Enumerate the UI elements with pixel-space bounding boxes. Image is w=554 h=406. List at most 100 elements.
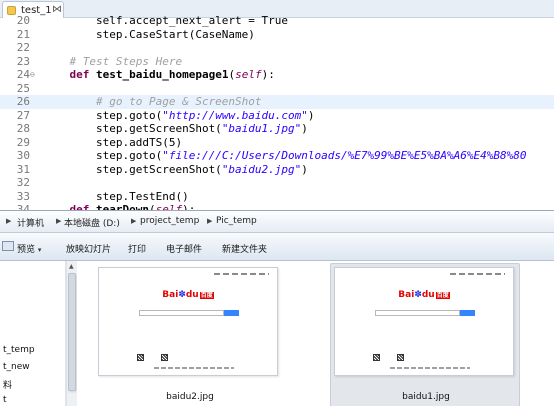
baidu-footer-links <box>154 367 234 369</box>
code-token: ): <box>261 68 275 81</box>
code-token: def <box>69 203 90 210</box>
nav-item-materials[interactable]: 料 <box>3 378 12 391</box>
code-text: def test_baidu_homepage1(self): <box>43 68 275 82</box>
code-token: step.getScreenShot( <box>43 122 222 135</box>
code-text: step.goto("http://www.baidu.com") <box>43 109 315 123</box>
code-line[interactable]: 33 step.TestEnd() <box>0 190 554 204</box>
breadcrumb-local-disk[interactable]: 本地磁盘 (D:) <box>64 216 120 229</box>
new-folder-button[interactable]: 新建文件夹 <box>222 242 267 255</box>
baidu-logo: Bai✽du 百度 <box>398 290 450 300</box>
line-number: 27 <box>16 108 30 122</box>
nav-item-t-new[interactable]: t_new <box>3 362 30 372</box>
print-button[interactable]: 打印 <box>128 242 146 255</box>
slideshow-button[interactable]: 放映幻灯片 <box>66 242 111 255</box>
code-token: ) <box>301 122 308 135</box>
address-bar[interactable]: ▶ 计算机 ▶ 本地磁盘 (D:) ▶ project_temp ▶ Pic_t… <box>0 211 554 233</box>
file-list: Bai✽du 百度 baidu2.jpg Bai✽du 百度 baidu1.jpg <box>77 261 554 406</box>
dropdown-caret-icon: ▾ <box>37 246 42 254</box>
preview-label: 预览 <box>17 245 36 255</box>
breadcrumb-project-temp[interactable]: project_temp <box>140 216 199 226</box>
baidu-logo: Bai✽du 百度 <box>162 290 214 300</box>
baidu-top-links <box>214 273 269 275</box>
breadcrumb-pic-temp[interactable]: Pic_temp <box>216 216 257 226</box>
code-text: step.getScreenShot("baidu2.jpg") <box>43 163 308 177</box>
code-text: # Test Steps Here <box>43 55 182 69</box>
code-token: tearDown <box>96 203 149 210</box>
code-line[interactable]: 22 <box>0 41 554 55</box>
code-token: "baidu1.jpg" <box>221 122 302 135</box>
code-text: step.TestEnd() <box>43 190 189 204</box>
code-line[interactable]: 29 step.addTS(5) <box>0 136 554 150</box>
code-token: step.TestEnd() <box>43 189 189 203</box>
code-token: self <box>235 68 262 81</box>
nav-item-t-temp[interactable]: t_temp <box>3 345 35 355</box>
nav-scrollbar[interactable]: ▲ <box>66 261 77 406</box>
code-line[interactable]: 24 ⊖ def test_baidu_homepage1(self): <box>0 68 554 82</box>
scroll-up-arrow-icon[interactable]: ▲ <box>69 263 74 270</box>
code-line[interactable]: 23 # Test Steps Here <box>0 55 554 69</box>
baidu-top-links <box>450 273 505 275</box>
file-item-baidu1[interactable]: Bai✽du 百度 baidu1.jpg <box>330 263 520 406</box>
line-number: 21 <box>16 27 30 41</box>
breadcrumb-computer[interactable]: 计算机 <box>17 216 44 229</box>
paw-icon: ✽ <box>414 290 422 300</box>
code-text: self.accept_next_alert = True <box>43 14 288 28</box>
line-number: 33 <box>16 189 30 203</box>
baidu-footer-links <box>390 367 470 369</box>
line-number: 28 <box>16 122 30 135</box>
code-token: step.getScreenShot( <box>43 162 222 176</box>
code-token: test_baidu_homepage1 <box>96 68 229 81</box>
baidu-search-button <box>224 310 239 316</box>
code-line[interactable]: 32 <box>0 176 554 190</box>
line-number: 26 <box>16 95 30 108</box>
code-line[interactable]: 34 def tearDown(self): <box>0 203 554 210</box>
scrollbar-thumb[interactable] <box>68 273 76 391</box>
code-line[interactable]: 20 self.accept_next_alert = True <box>0 14 554 28</box>
code-token: "baidu2.jpg" <box>221 162 302 176</box>
code-token: self.accept_next_alert = True <box>43 14 289 27</box>
code-text: step.addTS(5) <box>43 136 182 150</box>
code-line[interactable]: 31 step.getScreenShot("baidu2.jpg") <box>0 163 554 177</box>
code-line[interactable]: 28 step.getScreenShot("baidu1.jpg") <box>0 122 554 136</box>
qr-code-icon <box>137 354 144 361</box>
line-number: 30 <box>16 149 30 162</box>
code-line[interactable]: 30 step.goto("file:///C:/Users/Downloads… <box>0 149 554 163</box>
line-number: 25 <box>16 81 30 95</box>
email-button[interactable]: 电子邮件 <box>166 242 202 255</box>
code-token: # go to Page & ScreenShot <box>43 95 262 108</box>
code-line[interactable]: 27 step.goto("http://www.baidu.com") <box>0 109 554 123</box>
navigation-pane: t_temp t_new 料 t <box>0 261 66 406</box>
qr-code-icon <box>373 354 380 361</box>
fold-toggle-icon[interactable]: ⊖ <box>30 68 38 82</box>
baidu-search-button <box>460 310 475 316</box>
code-token: step.addTS(5) <box>43 135 183 149</box>
image-thumbnail: Bai✽du 百度 <box>334 267 514 376</box>
file-item-baidu2[interactable]: Bai✽du 百度 baidu2.jpg <box>94 263 284 406</box>
line-number: 29 <box>16 135 30 149</box>
code-area[interactable]: 20 self.accept_next_alert = True 21 step.… <box>0 14 554 210</box>
code-text: step.getScreenShot("baidu1.jpg") <box>43 122 308 136</box>
baidu-search-box <box>139 310 224 316</box>
code-line[interactable]: 25 <box>0 82 554 96</box>
nav-item-t[interactable]: t <box>3 395 7 405</box>
code-line[interactable]: 26 # go to Page & ScreenShot <box>0 95 554 109</box>
code-line[interactable]: 21 step.CaseStart(CaseName) <box>0 28 554 42</box>
line-number: 22 <box>16 41 30 54</box>
preview-button[interactable]: 预览 ▾ <box>17 242 41 255</box>
chevron-right-icon: ▶ <box>56 217 62 225</box>
file-name: baidu2.jpg <box>166 392 214 402</box>
code-text: step.goto("file:///C:/Users/Downloads/%E… <box>43 149 527 163</box>
paw-icon: ✽ <box>178 290 186 300</box>
code-token: step.goto( <box>43 149 163 162</box>
qr-code-icon <box>397 354 404 361</box>
preview-icon <box>2 241 14 251</box>
code-text: def tearDown(self): <box>43 203 196 210</box>
qr-code-icon <box>161 354 168 361</box>
line-number: 20 <box>16 14 30 27</box>
code-token: def <box>69 68 90 81</box>
explorer-toolbar: 预览 ▾ 放映幻灯片 打印 电子邮件 新建文件夹 <box>0 233 554 261</box>
chevron-right-icon: ▶ <box>131 217 137 225</box>
code-token: step.goto( <box>43 108 163 122</box>
baidu-search-box <box>375 310 460 316</box>
